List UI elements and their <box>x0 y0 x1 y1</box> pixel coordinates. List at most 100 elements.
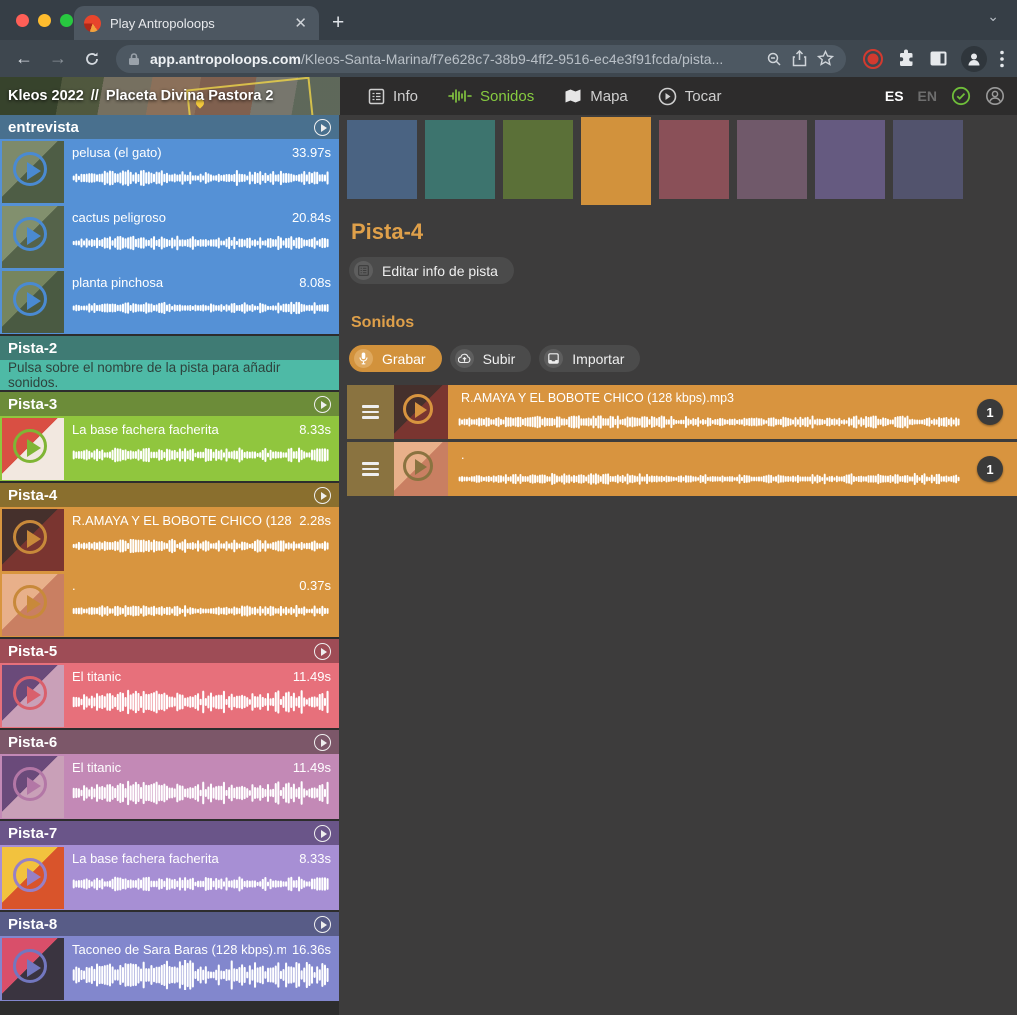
breadcrumb-project[interactable]: Kleos 2022 <box>8 88 84 104</box>
side-panel-icon[interactable] <box>929 49 948 68</box>
language-en[interactable]: EN <box>918 88 937 104</box>
play-overlay-icon[interactable] <box>13 152 47 186</box>
nav-item-info[interactable]: Info <box>360 82 426 111</box>
sound-thumbnail[interactable] <box>2 509 64 571</box>
import-button[interactable]: Importar <box>539 345 640 372</box>
sound-thumbnail[interactable] <box>2 938 64 1000</box>
play-overlay-icon[interactable] <box>403 394 433 424</box>
drag-handle[interactable] <box>347 442 394 496</box>
track-play-button[interactable] <box>314 825 331 842</box>
record-button[interactable]: Grabar <box>349 345 442 372</box>
back-button[interactable]: ← <box>10 45 38 73</box>
language-es[interactable]: ES <box>885 88 904 104</box>
drag-handle[interactable] <box>347 385 394 439</box>
play-overlay-icon[interactable] <box>13 282 47 316</box>
upload-button[interactable]: Subir <box>450 345 532 372</box>
waveform <box>72 163 331 193</box>
zoom-out-icon[interactable] <box>766 51 782 67</box>
sidebar-track-header[interactable]: Pista-6 <box>0 730 339 754</box>
play-overlay-icon[interactable] <box>13 949 47 983</box>
sidebar-sound-item[interactable]: . 0.37s <box>0 572 339 637</box>
track-play-button[interactable] <box>314 916 331 933</box>
play-overlay-icon[interactable] <box>13 217 47 251</box>
sound-thumbnail[interactable] <box>2 271 64 333</box>
tab-search-chevron-icon[interactable]: ⌄ <box>987 8 999 25</box>
reload-button[interactable] <box>78 45 106 73</box>
sidebar-sound-item[interactable]: La base fachera facherita 8.33s <box>0 416 339 481</box>
sidebar-track-header[interactable]: Pista-2 <box>0 336 339 360</box>
sound-thumbnail[interactable] <box>2 756 64 818</box>
play-overlay-icon[interactable] <box>13 520 47 554</box>
sound-thumbnail[interactable] <box>2 847 64 909</box>
share-icon[interactable] <box>792 50 807 67</box>
play-overlay-icon[interactable] <box>13 858 47 892</box>
bookmark-star-icon[interactable] <box>817 50 834 67</box>
sound-thumbnail[interactable] <box>2 418 64 480</box>
track-color-swatch[interactable] <box>815 120 885 199</box>
account-icon[interactable] <box>985 86 1005 106</box>
sound-thumbnail[interactable] <box>2 574 64 636</box>
track-color-swatch[interactable] <box>425 120 495 199</box>
zoom-window-button[interactable] <box>60 14 73 27</box>
browser-tab[interactable]: Play Antropoloops ✕ <box>74 6 319 40</box>
project-banner[interactable]: Kleos 2022 // Placeta Divina Pastora 2 <box>0 77 340 115</box>
sound-row-body[interactable]: . 1 <box>448 442 1017 496</box>
sidebar-track-header[interactable]: Pista-8 <box>0 912 339 936</box>
edit-info-icon <box>354 261 373 280</box>
sidebar-sound-item[interactable]: planta pinchosa 8.08s <box>0 269 339 334</box>
sidebar-sound-item[interactable]: La base fachera facherita 8.33s <box>0 845 339 910</box>
sound-thumbnail[interactable] <box>2 665 64 727</box>
track-color-swatch[interactable] <box>659 120 729 199</box>
tab-close-icon[interactable]: ✕ <box>292 14 309 32</box>
url-bar[interactable]: app.antropoloops.com/Kleos-Santa-Marina/… <box>116 45 846 73</box>
sound-thumbnail[interactable] <box>394 442 448 496</box>
track-play-button[interactable] <box>314 643 331 660</box>
play-overlay-icon[interactable] <box>403 451 433 481</box>
sound-row: R.AMAYA Y EL BOBOTE CHICO (128 kbps).mp3… <box>347 385 1017 439</box>
sidebar-sound-item[interactable]: cactus peligroso 20.84s <box>0 204 339 269</box>
sound-thumbnail[interactable] <box>2 206 64 268</box>
play-overlay-icon[interactable] <box>13 585 47 619</box>
play-overlay-icon[interactable] <box>13 429 47 463</box>
extensions-puzzle-icon[interactable] <box>897 49 916 68</box>
sound-thumbnail[interactable] <box>394 385 448 439</box>
edit-track-info-button[interactable]: Editar info de pista <box>349 257 514 284</box>
sound-thumbnail[interactable] <box>2 141 64 203</box>
track-color-swatch[interactable] <box>581 117 651 205</box>
sidebar-sound-item[interactable]: pelusa (el gato) 33.97s <box>0 139 339 204</box>
track-play-button[interactable] <box>314 734 331 751</box>
close-window-button[interactable] <box>16 14 29 27</box>
play-overlay-icon[interactable] <box>13 676 47 710</box>
track-play-button[interactable] <box>314 396 331 413</box>
track-color-swatch[interactable] <box>893 120 963 199</box>
track-play-button[interactable] <box>314 487 331 504</box>
sidebar-track-header[interactable]: Pista-3 <box>0 392 339 416</box>
sidebar-sound-item[interactable]: Taconeo de Sara Baras (128 kbps).mp3 16.… <box>0 936 339 1001</box>
sidebar-track-header[interactable]: Pista-7 <box>0 821 339 845</box>
sidebar-sound-item[interactable]: El titanic 11.49s <box>0 754 339 819</box>
record-indicator-icon[interactable] <box>862 48 884 70</box>
play-overlay-icon[interactable] <box>13 767 47 801</box>
sidebar-sound-item[interactable]: El titanic 11.49s <box>0 663 339 728</box>
sidebar-track: Pista-2 Pulsa sobre el nombre de la pist… <box>0 336 339 390</box>
nav-item-sonidos[interactable]: Sonidos <box>440 82 542 111</box>
forward-button[interactable]: → <box>44 45 72 73</box>
track-color-swatch[interactable] <box>503 120 573 199</box>
track-color-swatch[interactable] <box>737 120 807 199</box>
new-tab-button[interactable]: + <box>332 10 344 36</box>
browser-menu-kebab-icon[interactable] <box>1000 50 1004 68</box>
nav-item-tocar[interactable]: Tocar <box>650 81 730 112</box>
microphone-icon <box>354 349 373 368</box>
profile-avatar[interactable] <box>961 46 987 72</box>
nav-item-mapa[interactable]: Mapa <box>556 82 636 111</box>
sound-row-body[interactable]: R.AMAYA Y EL BOBOTE CHICO (128 kbps).mp3… <box>448 385 1017 439</box>
track-color-swatch[interactable] <box>347 120 417 199</box>
minimize-window-button[interactable] <box>38 14 51 27</box>
sounds-heading: Sonidos <box>351 314 1017 332</box>
track-play-button[interactable] <box>314 119 331 136</box>
sidebar-track-header[interactable]: Pista-4 <box>0 483 339 507</box>
breadcrumb-page[interactable]: Placeta Divina Pastora 2 <box>106 88 274 104</box>
sidebar-track-header[interactable]: Pista-5 <box>0 639 339 663</box>
sidebar-sound-item[interactable]: R.AMAYA Y EL BOBOTE CHICO (128 kbps)....… <box>0 507 339 572</box>
sidebar-track-header[interactable]: entrevista <box>0 115 339 139</box>
